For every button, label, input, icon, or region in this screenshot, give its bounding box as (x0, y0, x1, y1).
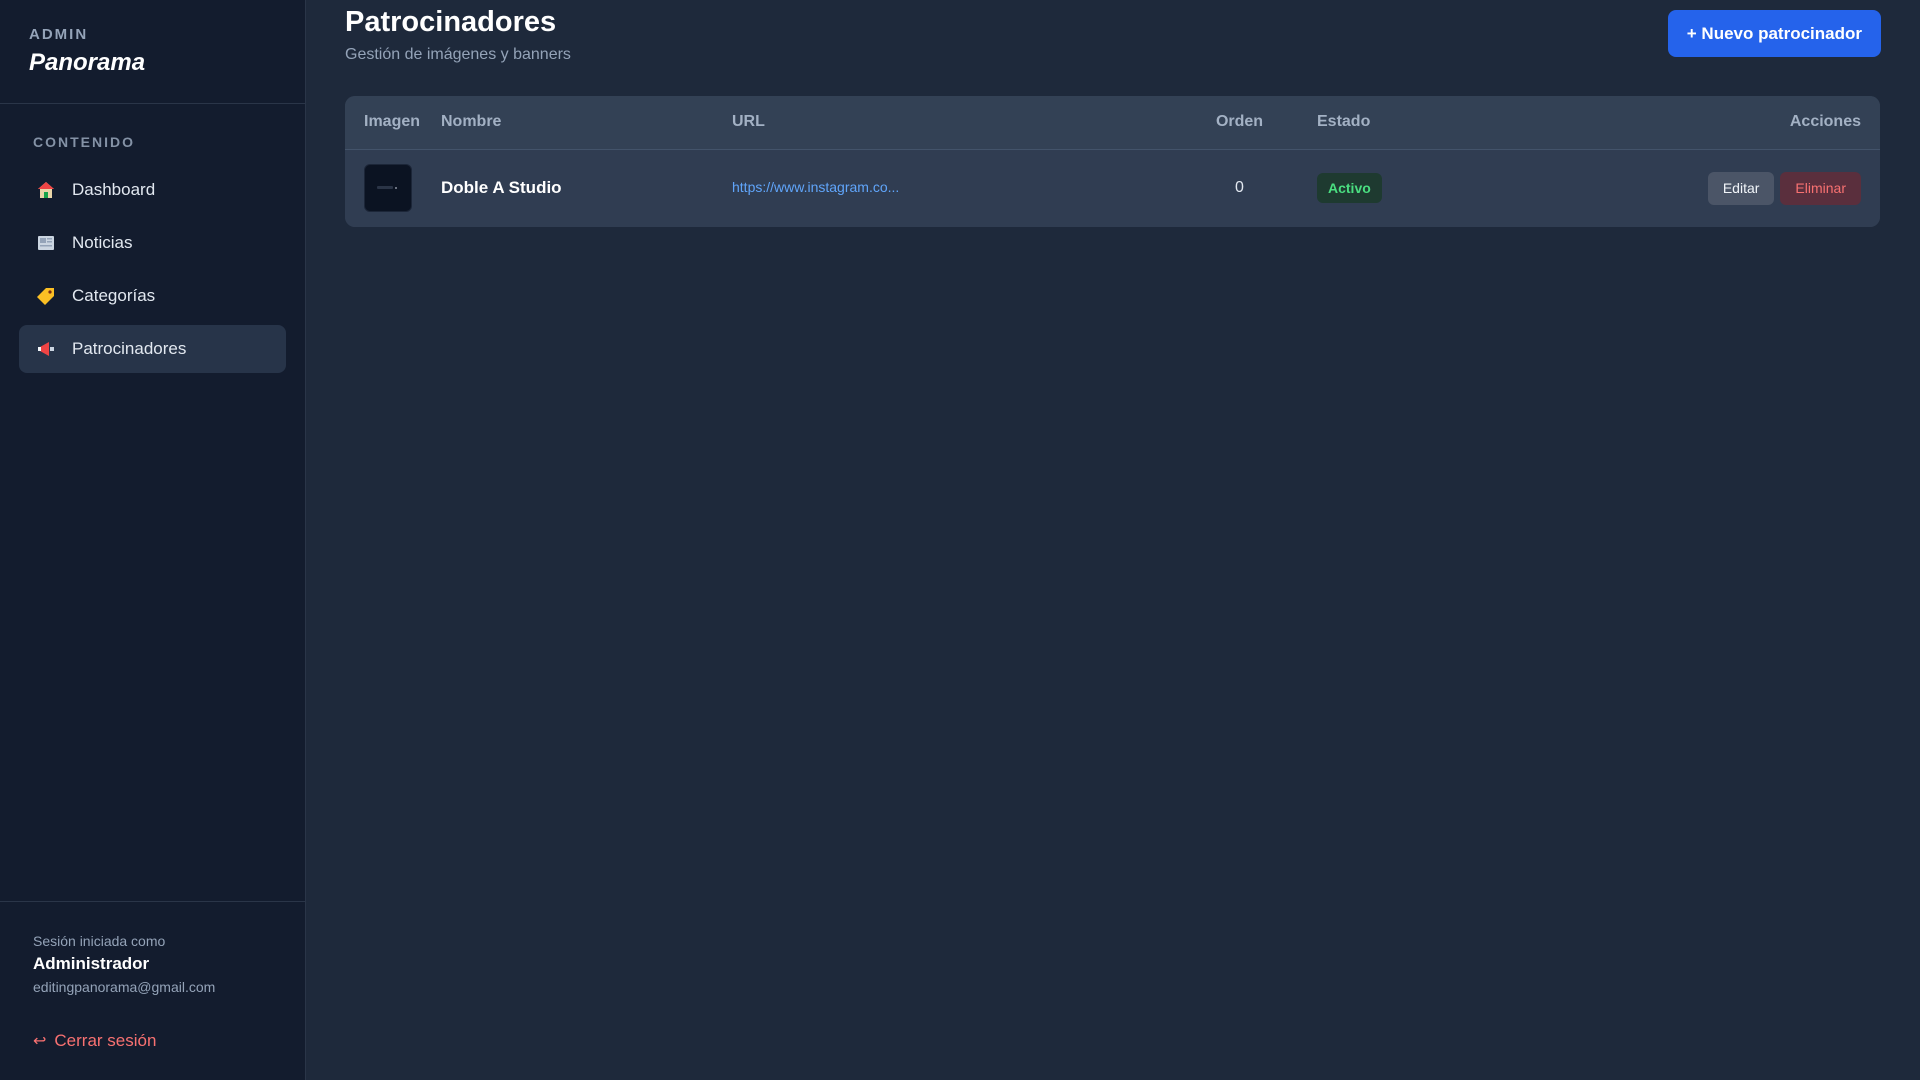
page-subtitle: Gestión de imágenes y banners (345, 46, 571, 63)
cell-url: https://www.instagram.co... (732, 149, 1162, 227)
page-title: Patrocinadores (345, 6, 557, 38)
column-header-status: Estado (1317, 113, 1371, 131)
delete-button[interactable]: Eliminar (1780, 171, 1861, 205)
cell-actions: Editar Eliminar (1617, 149, 1880, 227)
brand-admin-label: ADMIN (29, 26, 89, 43)
sidebar-item-dashboard[interactable]: Dashboard (19, 166, 286, 214)
edit-button[interactable]: Editar (1707, 171, 1775, 205)
sidebar-item-label: Patrocinadores (72, 339, 187, 358)
sidebar-nav: CONTENIDO Dashboard Noticias Categorías … (0, 104, 305, 378)
table-body: Doble A Studio https://www.instagram.co.… (345, 149, 1880, 227)
sponsors-table-card: Imagen Nombre URL Orden Estado Acciones (345, 96, 1880, 227)
column-header-order: Orden (1215, 113, 1264, 131)
column-header-name: Nombre (441, 113, 502, 131)
column-header-actions: Acciones (1789, 113, 1861, 131)
sidebar-item-noticias[interactable]: Noticias (19, 219, 286, 267)
logout-button[interactable]: ↩ Cerrar sesión (33, 1031, 272, 1051)
sidebar-item-categorias[interactable]: Categorías (19, 272, 286, 320)
page-header: Patrocinadores Gestión de imágenes y ban… (345, 0, 1881, 96)
newspaper-icon (35, 232, 57, 254)
new-sponsor-button[interactable]: + Nuevo patrocinador (1667, 10, 1881, 57)
sidebar: ADMIN Panorama CONTENIDO Dashboard Notic… (0, 0, 306, 1080)
megaphone-icon (35, 338, 57, 360)
user-email: editingpanorama@gmail.com (33, 979, 216, 995)
table-header: Imagen Nombre URL Orden Estado Acciones (345, 96, 1880, 149)
nav-section-heading: CONTENIDO (33, 134, 135, 150)
table-row: Doble A Studio https://www.instagram.co.… (345, 149, 1880, 227)
logout-arrow-icon: ↩ (33, 1033, 47, 1050)
table-header-row: Imagen Nombre URL Orden Estado Acciones (345, 96, 1880, 149)
sidebar-item-label: Categorías (72, 286, 156, 305)
house-icon (35, 179, 57, 201)
cell-name: Doble A Studio (441, 149, 732, 227)
cell-order: 0 (1235, 179, 1244, 197)
column-header-url: URL (732, 113, 765, 131)
tag-icon (35, 285, 57, 307)
sidebar-footer: Sesión iniciada como Administrador editi… (0, 901, 305, 1080)
logout-label: Cerrar sesión (54, 1031, 157, 1050)
session-label: Sesión iniciada como (33, 933, 166, 949)
main-content: Patrocinadores Gestión de imágenes y ban… (306, 0, 1920, 1080)
sidebar-item-patrocinadores[interactable]: Patrocinadores (19, 325, 286, 373)
sponsor-name: Doble A Studio (441, 178, 562, 198)
cell-image (345, 149, 441, 227)
status-badge: Activo (1317, 173, 1382, 204)
sponsors-table: Imagen Nombre URL Orden Estado Acciones (345, 96, 1880, 227)
brand-name: Panorama (29, 49, 146, 76)
column-header-image: Imagen (364, 113, 421, 131)
sponsor-thumbnail (364, 164, 412, 213)
app-layout: ADMIN Panorama CONTENIDO Dashboard Notic… (0, 0, 1920, 1080)
sidebar-item-label: Dashboard (72, 180, 156, 199)
brand: ADMIN Panorama (0, 0, 305, 104)
user-name: Administrador (33, 954, 150, 973)
cell-status: Activo (1317, 149, 1617, 227)
sponsor-url-link[interactable]: https://www.instagram.co... (732, 179, 899, 195)
sidebar-item-label: Noticias (72, 233, 133, 252)
